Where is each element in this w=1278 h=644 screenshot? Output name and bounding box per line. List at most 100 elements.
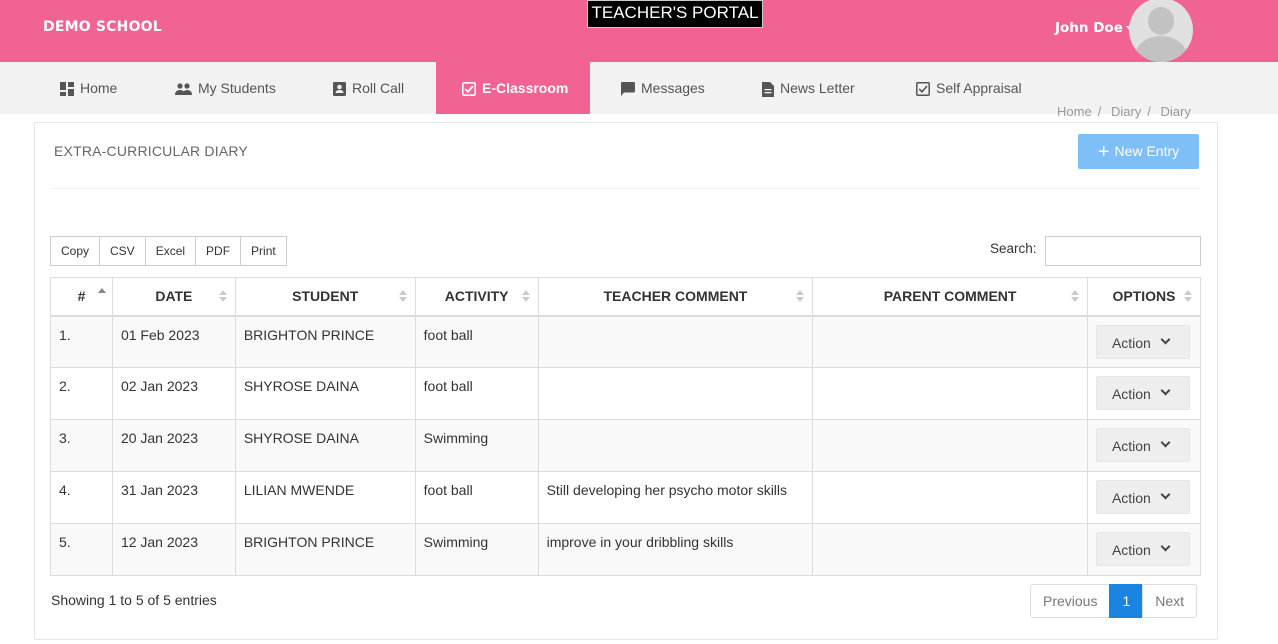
chevron-down-icon bbox=[1160, 437, 1171, 448]
cell-options: Action bbox=[1086, 471, 1202, 524]
cell-options: Action bbox=[1086, 315, 1202, 368]
avatar[interactable] bbox=[1129, 0, 1193, 62]
portal-title: TEACHER'S PORTAL bbox=[587, 0, 763, 28]
cell-date: 02 Jan 2023 bbox=[111, 367, 236, 420]
column-header-options[interactable]: OPTIONS bbox=[1086, 277, 1202, 317]
new-entry-button[interactable]: + New Entry bbox=[1078, 134, 1199, 169]
chevron-down-icon bbox=[1160, 385, 1171, 396]
cell-number: 4. bbox=[50, 471, 113, 524]
school-name[interactable]: DEMO SCHOOL bbox=[43, 19, 162, 35]
user-menu[interactable]: John Doe bbox=[1055, 20, 1132, 36]
cell-date: 12 Jan 2023 bbox=[111, 523, 236, 576]
nav-label: Roll Call bbox=[352, 80, 405, 96]
cell-number: 5. bbox=[50, 523, 113, 576]
people-icon bbox=[175, 83, 192, 96]
new-entry-label: New Entry bbox=[1114, 143, 1180, 159]
cell-activity: foot ball bbox=[414, 471, 539, 524]
cell-student: BRIGHTON PRINCE bbox=[234, 315, 416, 368]
chevron-down-icon bbox=[1160, 541, 1171, 552]
table-row: 4. 31 Jan 2023 LILIAN MWENDE foot ball S… bbox=[50, 471, 1202, 524]
sort-asc-icon bbox=[97, 288, 106, 302]
breadcrumb-item[interactable]: Home bbox=[1057, 104, 1092, 119]
nav-label: Self Appraisal bbox=[936, 80, 1022, 96]
previous-page-button[interactable]: Previous bbox=[1030, 584, 1111, 618]
cell-number: 1. bbox=[50, 315, 113, 368]
next-page-button[interactable]: Next bbox=[1142, 584, 1198, 618]
cell-activity: Swimming bbox=[414, 419, 539, 472]
nav-item-self-appraisal[interactable]: Self Appraisal bbox=[896, 62, 1046, 114]
sort-icon bbox=[796, 290, 805, 304]
search-input[interactable] bbox=[1045, 236, 1201, 266]
table-row: 1. 01 Feb 2023 BRIGHTON PRINCE foot ball… bbox=[50, 315, 1202, 368]
cell-activity: foot ball bbox=[414, 367, 539, 420]
chevron-down-icon bbox=[1160, 334, 1171, 344]
cell-parent-comment bbox=[812, 419, 1088, 472]
nav-item-news-letter[interactable]: News Letter bbox=[742, 62, 882, 114]
header-bar: DEMO SCHOOL TEACHER'S PORTAL John Doe bbox=[0, 0, 1278, 62]
cell-teacher-comment bbox=[537, 315, 814, 368]
checkbox-outline-icon bbox=[916, 82, 930, 97]
cell-options: Action bbox=[1086, 419, 1202, 472]
page-1-button[interactable]: 1 bbox=[1109, 584, 1144, 618]
action-dropdown-button[interactable]: Action bbox=[1095, 532, 1190, 566]
cell-student: LILIAN MWENDE bbox=[234, 471, 416, 524]
column-header-parent-comment[interactable]: PARENT COMMENT bbox=[812, 277, 1088, 317]
cell-parent-comment bbox=[812, 523, 1088, 576]
action-dropdown-button[interactable]: Action bbox=[1095, 480, 1190, 514]
breadcrumb-item[interactable]: Diary bbox=[1111, 104, 1141, 119]
cell-teacher-comment: Still developing her psycho motor skills bbox=[537, 471, 814, 524]
csv-button[interactable]: CSV bbox=[99, 236, 146, 266]
nav-item-my-students[interactable]: My Students bbox=[155, 62, 305, 114]
cell-student: SHYROSE DAINA bbox=[234, 419, 416, 472]
cell-student: SHYROSE DAINA bbox=[234, 367, 416, 420]
document-icon bbox=[762, 81, 774, 97]
nav-label: News Letter bbox=[780, 80, 855, 96]
copy-button[interactable]: Copy bbox=[50, 236, 101, 266]
sort-icon bbox=[1070, 290, 1079, 304]
cell-parent-comment bbox=[812, 471, 1088, 524]
cell-options: Action bbox=[1086, 367, 1202, 420]
cell-teacher-comment bbox=[537, 419, 814, 472]
column-header-activity[interactable]: ACTIVITY bbox=[414, 277, 539, 317]
cell-date: 01 Feb 2023 bbox=[111, 315, 236, 368]
nav-label: Home bbox=[80, 80, 118, 96]
cell-teacher-comment: improve in your dribbling skills bbox=[537, 523, 814, 576]
table-row: 2. 02 Jan 2023 SHYROSE DAINA foot ball A… bbox=[50, 367, 1202, 420]
sort-icon bbox=[521, 290, 530, 304]
export-buttons: Copy CSV Excel PDF Print bbox=[50, 236, 287, 266]
column-header-teacher-comment[interactable]: TEACHER COMMENT bbox=[537, 277, 814, 317]
nav-item-e-classroom[interactable]: E-Classroom bbox=[436, 62, 590, 114]
cell-student: BRIGHTON PRINCE bbox=[234, 523, 416, 576]
sort-icon bbox=[218, 290, 227, 304]
cell-options: Action bbox=[1086, 523, 1202, 576]
action-dropdown-button[interactable]: Action bbox=[1095, 428, 1190, 462]
pdf-button[interactable]: PDF bbox=[195, 236, 242, 266]
column-header-number[interactable]: # bbox=[50, 277, 113, 317]
cell-date: 31 Jan 2023 bbox=[111, 471, 236, 524]
sort-icon bbox=[398, 290, 407, 304]
cell-number: 3. bbox=[50, 419, 113, 472]
column-header-date[interactable]: DATE bbox=[111, 277, 236, 317]
column-header-student[interactable]: STUDENT bbox=[234, 277, 416, 317]
user-name: John Doe bbox=[1055, 20, 1123, 36]
checkbox-icon bbox=[462, 82, 476, 97]
divider bbox=[52, 188, 1200, 189]
table-row: 3. 20 Jan 2023 SHYROSE DAINA Swimming Ac… bbox=[50, 419, 1202, 472]
cell-parent-comment bbox=[812, 367, 1088, 420]
nav-item-roll-call[interactable]: Roll Call bbox=[313, 62, 428, 114]
print-button[interactable]: Print bbox=[240, 236, 287, 266]
nav-item-messages[interactable]: Messages bbox=[600, 62, 725, 114]
action-dropdown-button[interactable]: Action bbox=[1095, 324, 1190, 359]
cell-parent-comment bbox=[812, 315, 1088, 368]
sort-icon bbox=[1184, 290, 1192, 304]
plus-icon: + bbox=[1097, 141, 1110, 163]
table-header-row: # DATE STUDENT ACTIVITY TEACHER COMMENT … bbox=[50, 277, 1202, 317]
pagination: Previous 1 Next bbox=[1030, 584, 1198, 618]
table-row: 5. 12 Jan 2023 BRIGHTON PRINCE Swimming … bbox=[50, 523, 1202, 576]
dashboard-icon bbox=[60, 82, 74, 97]
message-icon bbox=[620, 82, 635, 97]
nav-item-home[interactable]: Home bbox=[40, 62, 140, 114]
page-title: EXTRA-CURRICULAR DIARY bbox=[54, 143, 248, 159]
action-dropdown-button[interactable]: Action bbox=[1095, 376, 1190, 410]
excel-button[interactable]: Excel bbox=[144, 236, 197, 266]
